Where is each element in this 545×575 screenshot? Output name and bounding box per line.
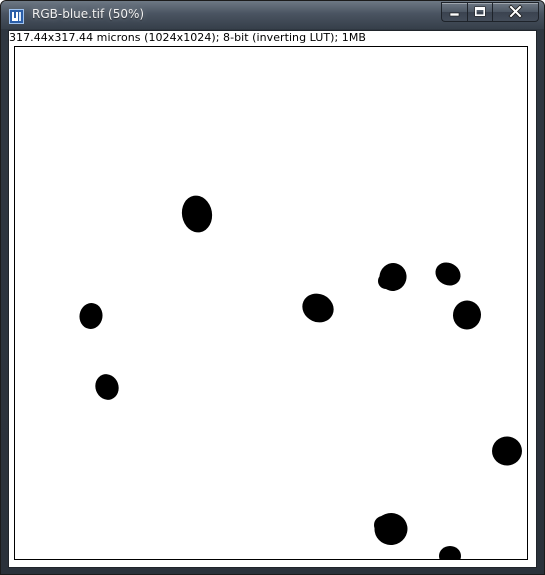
blob — [95, 374, 119, 400]
titlebar[interactable]: RGB-blue.tif (50%) — [1, 1, 544, 29]
blob — [492, 436, 522, 466]
window-title: RGB-blue.tif (50%) — [32, 7, 145, 21]
minimize-icon — [449, 12, 460, 17]
blob — [79, 303, 103, 329]
image-info-line: 317.44x317.44 microns (1024x1024); 8-bit… — [9, 31, 366, 44]
close-button[interactable] — [492, 2, 539, 22]
close-icon — [508, 4, 523, 19]
maximize-icon — [474, 6, 486, 17]
maximize-button[interactable] — [467, 2, 492, 22]
blob — [374, 516, 392, 534]
blob — [378, 273, 394, 289]
image-canvas[interactable] — [14, 46, 528, 560]
blob — [302, 293, 334, 323]
blob — [452, 300, 482, 330]
blob — [435, 262, 461, 286]
imagej-icon[interactable] — [9, 9, 24, 24]
blob — [439, 546, 461, 559]
blob — [181, 195, 213, 233]
image-window: RGB-blue.tif (50%) 317.44x317.44 microns… — [0, 0, 545, 575]
minimize-button[interactable] — [441, 2, 467, 22]
caption-buttons — [441, 2, 539, 22]
binary-mask-image — [79, 195, 522, 559]
